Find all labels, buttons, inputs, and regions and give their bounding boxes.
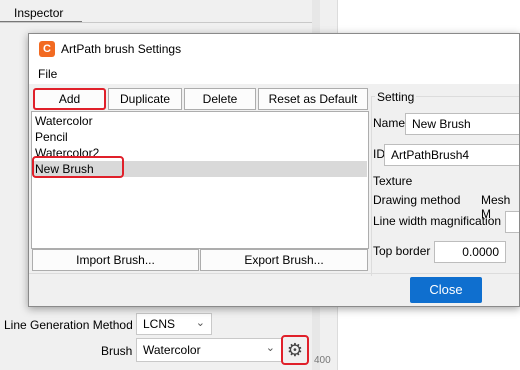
list-item[interactable]: Pencil [33, 129, 367, 145]
line-width-field[interactable] [505, 211, 519, 233]
selection-highlight [32, 156, 124, 178]
dialog-titlebar[interactable]: C ArtPath brush Settings [29, 34, 519, 64]
setting-group-title: Setting [375, 90, 417, 104]
add-brush-button[interactable]: Add [33, 88, 106, 110]
name-label: Name [373, 116, 406, 130]
footer-divider [29, 273, 519, 274]
top-border-label: Top border [373, 244, 431, 258]
ruler-value: 400 [314, 355, 331, 366]
brush-select-value: Watercolor [143, 343, 201, 357]
name-field[interactable]: New Brush [405, 113, 519, 135]
texture-label: Texture [373, 174, 413, 188]
chevron-down-icon: ⌄ [265, 342, 275, 354]
brush-list[interactable]: Watercolor Pencil Watercolor2 New Brush [31, 111, 369, 249]
id-field[interactable]: ArtPathBrush4 [384, 144, 519, 166]
top-border-field[interactable]: 0.0000 [434, 241, 506, 263]
brush-settings-gear-button[interactable]: ⚙ [281, 335, 309, 365]
duplicate-brush-button[interactable]: Duplicate [108, 88, 182, 110]
line-width-label: Line width magnification [373, 214, 502, 228]
list-item[interactable]: Watercolor [33, 113, 367, 129]
reset-default-button[interactable]: Reset as Default [258, 88, 368, 110]
import-brush-button[interactable]: Import Brush... [32, 249, 199, 271]
line-generation-value: LCNS [143, 317, 176, 331]
line-generation-label: Line Generation Method [4, 318, 133, 332]
close-button[interactable]: Close [410, 277, 482, 303]
menu-file[interactable]: File [38, 67, 57, 81]
chevron-down-icon: ⌄ [195, 317, 205, 329]
inspector-tab[interactable]: Inspector [0, 4, 82, 22]
menubar: File [29, 64, 519, 84]
line-generation-select[interactable]: LCNS ⌄ [136, 313, 212, 335]
export-brush-button[interactable]: Export Brush... [200, 249, 368, 271]
brush-settings-dialog: C ArtPath brush Settings File Add Duplic… [28, 33, 520, 307]
drawing-method-label: Drawing method [373, 193, 461, 207]
delete-brush-button[interactable]: Delete [184, 88, 256, 110]
gear-icon: ⚙ [286, 340, 304, 360]
dialog-title: ArtPath brush Settings [61, 42, 182, 56]
inspector-divider [0, 22, 312, 23]
app-logo-icon: C [39, 41, 55, 57]
brush-select[interactable]: Watercolor ⌄ [136, 338, 282, 362]
brush-label: Brush [101, 344, 133, 358]
